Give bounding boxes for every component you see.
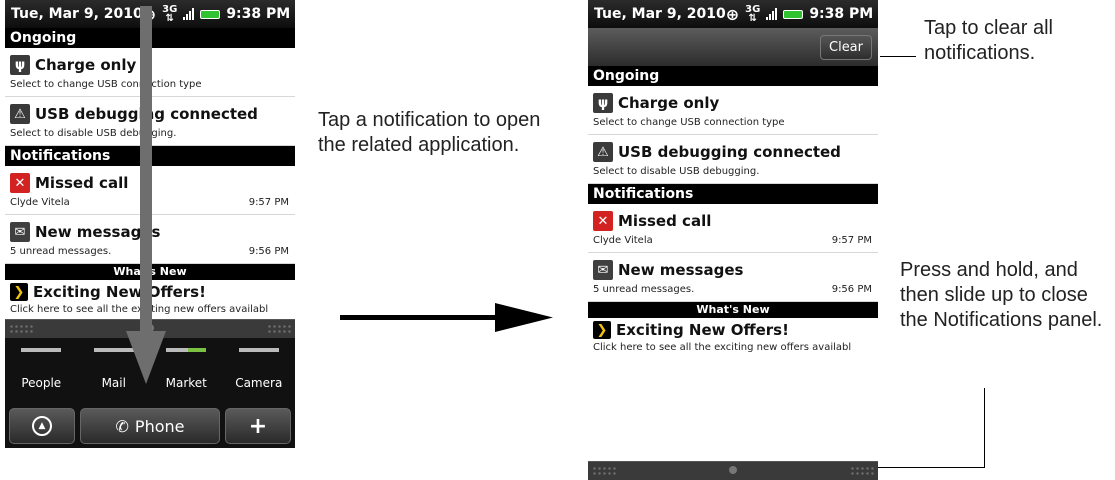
clear-button[interactable]: Clear — [820, 34, 872, 60]
notification-title: USB debugging connected — [618, 143, 841, 161]
notification-time: 9:56 PM — [831, 284, 872, 295]
chevron-up-icon: ▲ — [32, 416, 52, 436]
notification-title: Exciting New Offers! — [616, 321, 789, 339]
phone-screen-right: Tue, Mar 9, 2010 ⊕ 3G ⇅ 9:38 PM Clear Ong… — [588, 0, 878, 480]
gps-icon: ⊕ — [725, 4, 740, 24]
grip-icon — [267, 324, 291, 334]
notification-subtitle: 5 unread messages. — [593, 284, 695, 295]
grip-icon — [850, 466, 874, 476]
handle-dot-icon — [729, 466, 737, 474]
phone-label: Phone — [134, 416, 185, 436]
callout-line-handle — [984, 388, 985, 468]
notification-title: Exciting New Offers! — [33, 283, 206, 301]
notification-subtitle: Select to change USB connection type — [593, 117, 785, 128]
notification-subtitle: Clyde Vitela — [10, 197, 70, 208]
notification-subtitle: Click here to see all the exciting new o… — [593, 342, 852, 353]
notification-title: Charge only — [618, 94, 720, 112]
caption-tap-notification: Tap a notification to open the related a… — [318, 109, 541, 156]
signal-icon — [183, 8, 195, 20]
phone-icon: ✆ — [115, 416, 129, 436]
sprint-icon: ❯ — [593, 321, 611, 339]
missed-call-icon: ✕ — [593, 211, 613, 231]
usb-icon: ψ — [10, 55, 30, 75]
notification-exciting-offers[interactable]: ❯ Exciting New Offers! Click here to see… — [588, 318, 878, 396]
notification-subtitle: 5 unread messages. — [10, 246, 112, 257]
app-label: People — [21, 376, 62, 390]
clear-bar: Clear — [588, 28, 878, 66]
sprint-icon: ❯ — [10, 283, 28, 301]
warning-icon: ⚠ — [593, 142, 613, 162]
usb-icon: ψ — [593, 93, 613, 113]
notification-time: 9:57 PM — [831, 235, 872, 246]
grip-icon — [592, 466, 616, 476]
all-apps-button[interactable]: ▲ — [9, 408, 75, 444]
status-date: Tue, Mar 9, 2010 — [594, 6, 726, 22]
signal-icon — [766, 8, 778, 20]
plus-icon: + — [248, 413, 268, 439]
notification-title: Charge only — [35, 56, 137, 74]
app-label: Market — [165, 376, 207, 390]
notification-usb-debugging[interactable]: ⚠ USB debugging connected Select to disa… — [588, 135, 878, 184]
callout-line-handle-horizontal — [878, 467, 985, 468]
missed-call-icon: ✕ — [10, 173, 30, 193]
callout-line-clear — [880, 56, 916, 57]
warning-icon: ⚠ — [10, 104, 30, 124]
notification-title: Missed call — [35, 174, 129, 192]
app-label: Mail — [101, 376, 126, 390]
app-camera[interactable]: Camera — [229, 348, 289, 390]
battery-icon — [200, 9, 221, 19]
notification-time: 9:57 PM — [248, 197, 289, 208]
notification-subtitle: Select to disable USB debugging. — [593, 166, 760, 177]
notification-title: New messages — [618, 261, 744, 279]
notification-subtitle: Select to change USB connection type — [10, 79, 202, 90]
network-3g-icon: 3G ⇅ — [745, 4, 761, 24]
section-whats-new: What's New — [588, 302, 878, 318]
message-icon: ✉ — [10, 222, 30, 242]
message-icon: ✉ — [593, 260, 613, 280]
add-button[interactable]: + — [225, 408, 291, 444]
drag-down-arrow — [126, 6, 166, 384]
app-label: Camera — [235, 376, 283, 390]
caption-press-hold: Press and hold, and then slide up to clo… — [900, 259, 1103, 331]
notification-time: 9:56 PM — [248, 246, 289, 257]
phone-button[interactable]: ✆ Phone — [80, 408, 220, 444]
panel-handle[interactable] — [588, 461, 878, 480]
notification-title: Missed call — [618, 212, 712, 230]
grip-icon — [9, 324, 33, 334]
status-time: 9:38 PM — [809, 6, 874, 22]
launcher-dock: ▲ ✆ Phone + — [5, 404, 295, 448]
caption-tap-clear: Tap to clear all notifications. — [924, 17, 1053, 64]
section-notifications: Notifications — [588, 184, 878, 204]
status-date: Tue, Mar 9, 2010 — [11, 6, 143, 22]
status-time: 9:38 PM — [226, 6, 291, 22]
notification-charge-only[interactable]: ψ Charge only Select to change USB conne… — [588, 86, 878, 135]
app-people[interactable]: People — [11, 348, 71, 390]
right-arrow-icon — [340, 303, 553, 332]
status-bar[interactable]: Tue, Mar 9, 2010 ⊕ 3G⇅ 9:38 PM — [588, 0, 878, 28]
notification-new-messages[interactable]: ✉ New messages 5 unread messages. 9:56 P… — [588, 253, 878, 302]
battery-icon — [783, 9, 804, 19]
notification-subtitle: Clyde Vitela — [593, 235, 653, 246]
notification-missed-call[interactable]: ✕ Missed call Clyde Vitela 9:57 PM — [588, 204, 878, 253]
section-ongoing: Ongoing — [588, 66, 878, 86]
network-label: 3G — [745, 4, 761, 15]
